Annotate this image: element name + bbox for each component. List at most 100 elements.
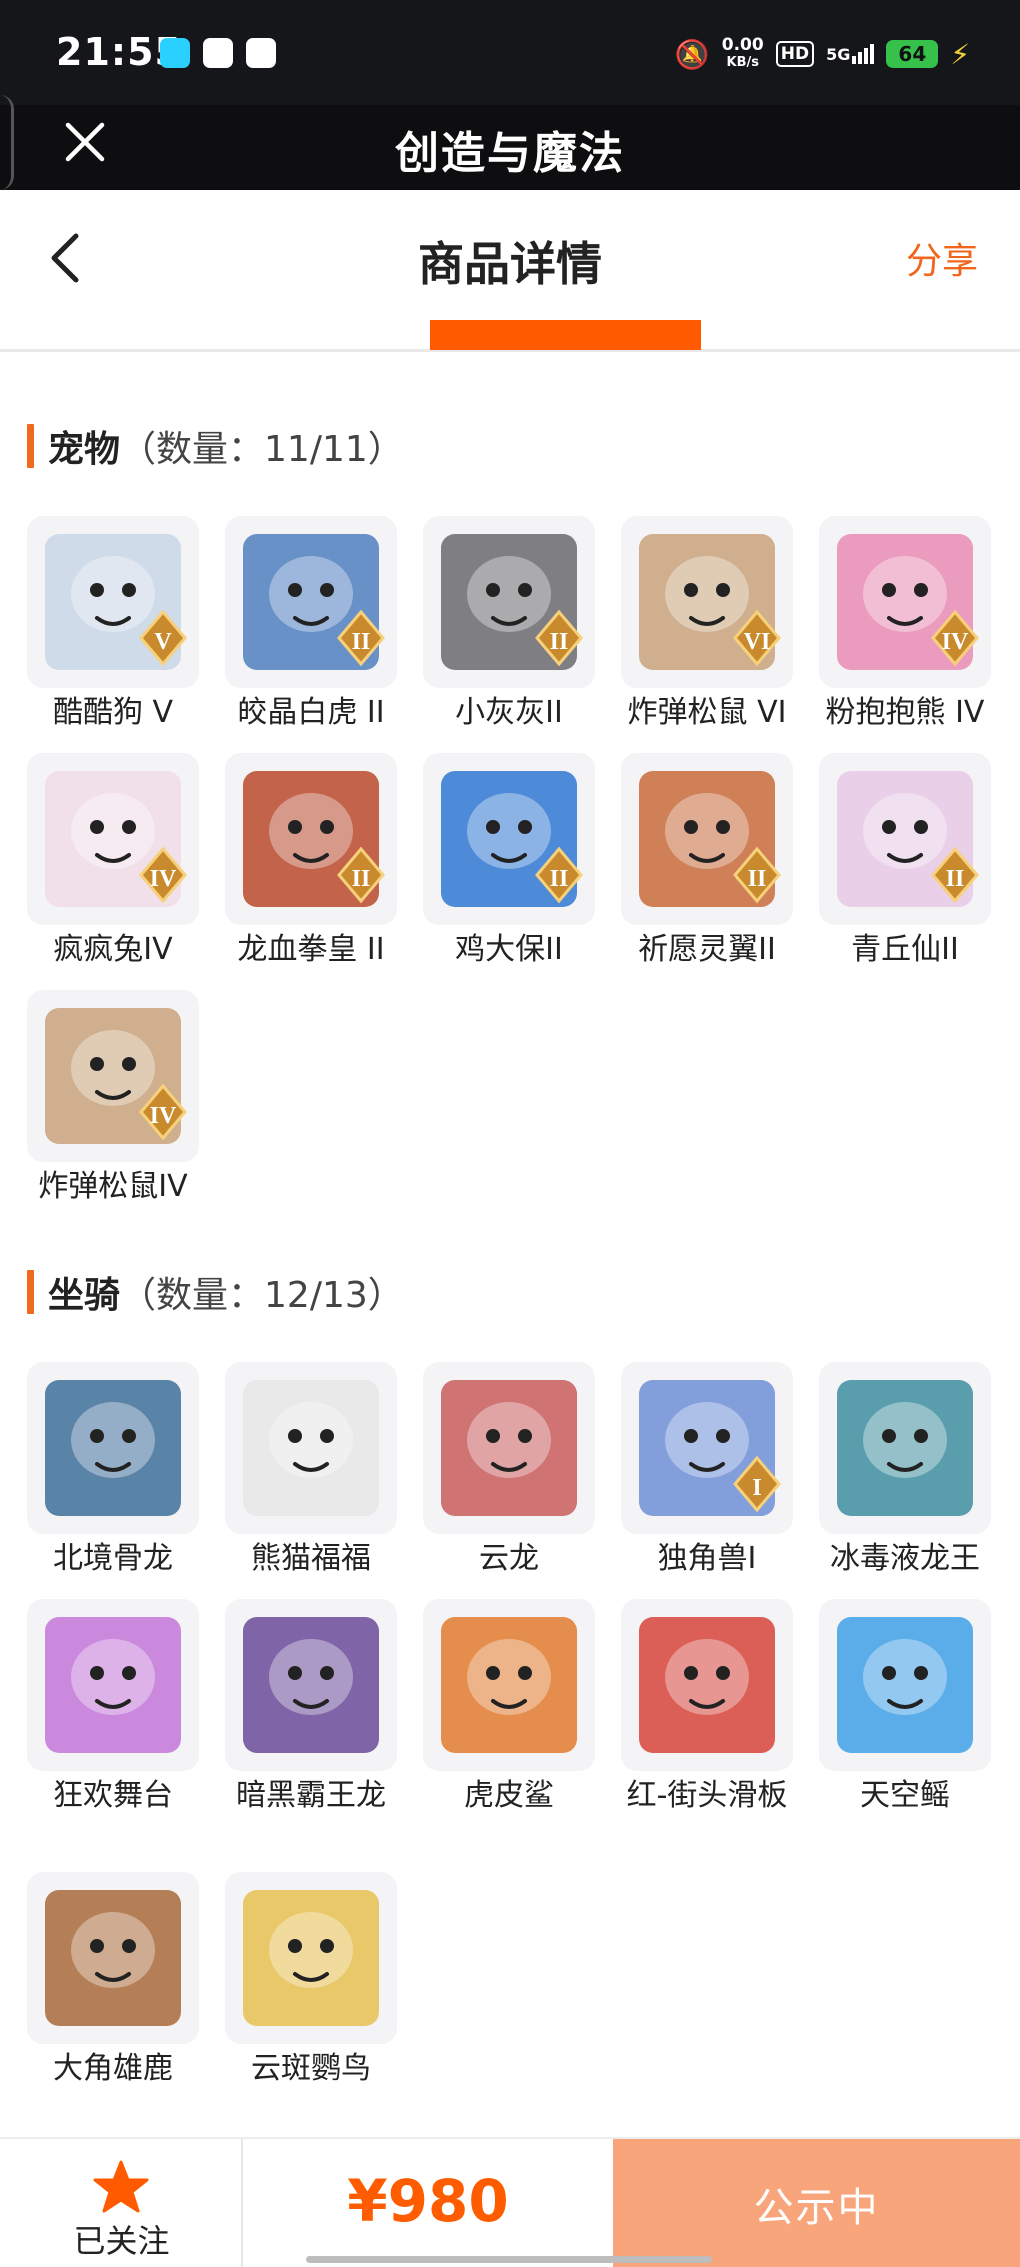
item-card[interactable]: IV 粉抱抱熊 IV xyxy=(819,516,991,732)
section-marker xyxy=(27,424,34,468)
item-card[interactable]: IV 疯疯兔IV xyxy=(27,753,199,969)
svg-text:II: II xyxy=(352,629,371,655)
item-label: 鸡大保II xyxy=(455,932,563,967)
white-tiger-icon: II xyxy=(225,516,397,688)
item-card[interactable]: II 皎晶白虎 II xyxy=(225,516,397,732)
window-title: 创造与魔法 xyxy=(395,128,625,179)
item-label: 大角雄鹿 xyxy=(53,2051,173,2086)
share-button[interactable]: 分享 xyxy=(906,232,978,284)
page-title: 商品详情 xyxy=(418,237,602,291)
item-card[interactable]: II 龙血拳皇 II xyxy=(225,753,397,969)
item-card[interactable]: 天空鳐 xyxy=(819,1599,991,1815)
bomb-squirrel-icon: IV xyxy=(27,990,199,1162)
follow-button[interactable]: 已关注 xyxy=(0,2139,243,2267)
signal-icon: 5G xyxy=(826,44,875,64)
status-button[interactable]: 公示中 xyxy=(613,2139,1020,2267)
follow-label: 已关注 xyxy=(73,2222,170,2260)
skateboard-icon xyxy=(621,1599,793,1771)
item-card[interactable]: 云龙 xyxy=(423,1362,595,1578)
item-label: 小灰灰II xyxy=(455,695,563,730)
parrot-icon xyxy=(225,1872,397,2044)
item-label: 疯疯兔IV xyxy=(53,932,173,967)
item-label: 红-街头滑板 xyxy=(626,1778,788,1813)
pink-bear-icon: IV xyxy=(819,516,991,688)
network-speed: 0.00 KB/s xyxy=(722,37,764,71)
item-card[interactable]: 冰毒液龙王 xyxy=(819,1362,991,1578)
speed-unit: KB/s xyxy=(726,55,759,70)
section-marker xyxy=(27,1270,34,1314)
item-card[interactable]: 云斑鹦鸟 xyxy=(225,1872,397,2088)
item-label: 狂欢舞台 xyxy=(53,1778,173,1813)
charging-icon: ⚡ xyxy=(950,37,970,71)
item-card[interactable]: II 鸡大保II xyxy=(423,753,595,969)
blue-chicken-icon: II xyxy=(423,753,595,925)
item-card[interactable]: 大角雄鹿 xyxy=(27,1872,199,2088)
message-notification-icon xyxy=(246,38,276,68)
panda-icon xyxy=(225,1362,397,1534)
item-card[interactable]: V 酷酷狗 V xyxy=(27,516,199,732)
svg-text:II: II xyxy=(748,866,767,892)
tiger-shark-icon xyxy=(423,1599,595,1771)
section-title-mounts: 坐骑 （数量：12/13） xyxy=(27,1269,404,1316)
item-card[interactable]: 暗黑霸王龙 xyxy=(225,1599,397,1815)
cloud-dragon-icon xyxy=(423,1362,595,1534)
stag-icon xyxy=(27,1872,199,2044)
page-header: 商品详情 分享 xyxy=(0,190,1020,352)
home-indicator xyxy=(306,2256,712,2263)
item-card[interactable]: 虎皮鲨 xyxy=(423,1599,595,1815)
wish-wing-bird-icon: II xyxy=(621,753,793,925)
item-label: 炸弹松鼠 VI xyxy=(627,695,787,730)
svg-text:II: II xyxy=(946,866,965,892)
item-label: 暗黑霸王龙 xyxy=(236,1778,386,1813)
svg-text:II: II xyxy=(550,866,569,892)
item-label: 粉抱抱熊 IV xyxy=(825,695,985,730)
item-label: 天空鳐 xyxy=(860,1778,950,1813)
item-card[interactable]: 红-街头滑板 xyxy=(621,1599,793,1815)
bottom-action-bar: 已关注 ¥980 公示中 xyxy=(0,2137,1020,2267)
svg-text:V: V xyxy=(154,629,172,655)
fox-fairy-icon: II xyxy=(819,753,991,925)
item-card[interactable]: 熊猫福福 xyxy=(225,1362,397,1578)
battery-icon: 64 xyxy=(886,40,939,68)
item-label: 熊猫福福 xyxy=(251,1541,371,1576)
bone-dragon-icon xyxy=(27,1362,199,1534)
item-label: 虎皮鲨 xyxy=(464,1778,554,1813)
svg-text:II: II xyxy=(352,866,371,892)
white-dog-icon: V xyxy=(27,516,199,688)
price: ¥980 xyxy=(347,2167,509,2235)
section-count: （数量：12/13） xyxy=(120,1275,404,1316)
svg-text:VI: VI xyxy=(744,629,771,655)
item-label: 云龙 xyxy=(479,1541,539,1576)
item-label: 独角兽I xyxy=(657,1541,757,1576)
ice-venom-dragon-icon xyxy=(819,1362,991,1534)
item-card[interactable]: II 祈愿灵翼II xyxy=(621,753,793,969)
item-label: 青丘仙II xyxy=(851,932,959,967)
item-label: 北境骨龙 xyxy=(53,1541,173,1576)
network-type: 5G xyxy=(826,45,851,64)
gray-dog-icon: II xyxy=(423,516,595,688)
webview-titlebar: 创造与魔法 xyxy=(0,95,1020,190)
item-card[interactable]: II 小灰灰II xyxy=(423,516,595,732)
section-count: （数量：11/11） xyxy=(120,429,404,470)
svg-text:II: II xyxy=(550,629,569,655)
speed-value: 0.00 xyxy=(721,35,764,55)
dragon-blood-boxer-icon: II xyxy=(225,753,397,925)
sky-ray-icon xyxy=(819,1599,991,1771)
item-card[interactable]: 狂欢舞台 xyxy=(27,1599,199,1815)
item-card[interactable]: I 独角兽I xyxy=(621,1362,793,1578)
item-label: 云斑鹦鸟 xyxy=(251,2051,371,2086)
app-notification-icon xyxy=(160,38,190,68)
active-tab-indicator xyxy=(430,320,701,350)
hd-badge: HD xyxy=(775,41,815,67)
section-name: 坐骑 xyxy=(48,1275,121,1316)
item-card[interactable]: IV 炸弹松鼠IV xyxy=(27,990,199,1206)
section-name: 宠物 xyxy=(48,429,121,470)
dark-trex-icon xyxy=(225,1599,397,1771)
item-label: 酷酷狗 V xyxy=(52,695,174,730)
item-label: 祈愿灵翼II xyxy=(638,932,776,967)
item-card[interactable]: II 青丘仙II xyxy=(819,753,991,969)
item-card[interactable]: VI 炸弹松鼠 VI xyxy=(621,516,793,732)
item-label: 炸弹松鼠IV xyxy=(38,1169,188,1204)
item-card[interactable]: 北境骨龙 xyxy=(27,1362,199,1578)
star-icon xyxy=(93,2160,149,2213)
